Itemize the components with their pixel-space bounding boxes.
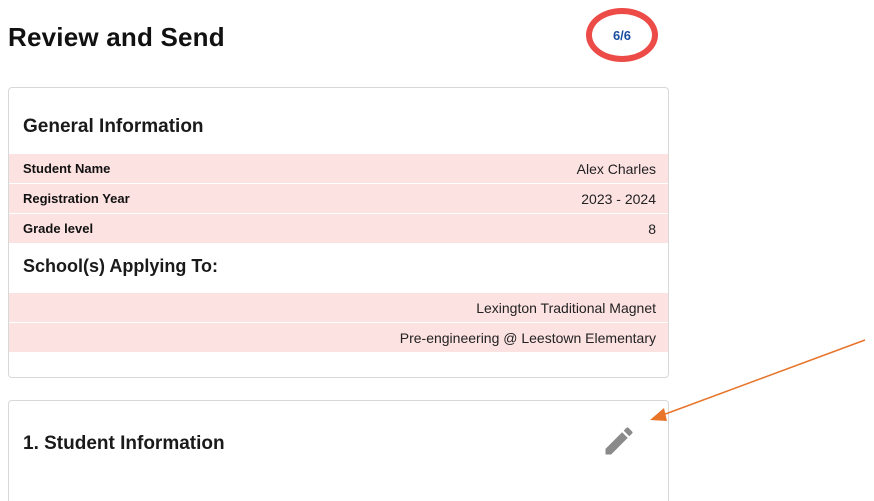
info-row-grade-level: Grade level 8	[9, 214, 668, 243]
info-value: Alex Charles	[576, 160, 656, 177]
info-label: Grade level	[23, 221, 94, 236]
review-page: Review and Send 6/6 General Information …	[0, 0, 874, 501]
info-label: Student Name	[23, 161, 111, 176]
school-row: Pre-engineering @ Leestown Elementary	[9, 323, 668, 352]
page-title: Review and Send	[8, 22, 225, 52]
info-value: 2023 - 2024	[581, 190, 656, 207]
info-row-registration-year: Registration Year 2023 - 2024	[9, 184, 668, 213]
info-value: 8	[648, 220, 656, 237]
step-progress-badge: 6/6	[586, 8, 658, 62]
general-information-title: General Information	[23, 116, 204, 137]
schools-applying-title: School(s) Applying To:	[23, 256, 218, 276]
info-label: Registration Year	[23, 191, 130, 206]
student-information-card: 1. Student Information	[8, 400, 669, 501]
info-row-student-name: Student Name Alex Charles	[9, 154, 668, 183]
student-information-title: 1. Student Information	[23, 433, 225, 454]
step-progress-text: 6/6	[612, 27, 632, 43]
general-information-card: General Information Student Name Alex Ch…	[8, 87, 669, 378]
school-name: Lexington Traditional Magnet	[476, 299, 656, 316]
pencil-icon[interactable]	[601, 423, 637, 459]
school-name: Pre-engineering @ Leestown Elementary	[399, 329, 656, 346]
school-row: Lexington Traditional Magnet	[9, 293, 668, 322]
